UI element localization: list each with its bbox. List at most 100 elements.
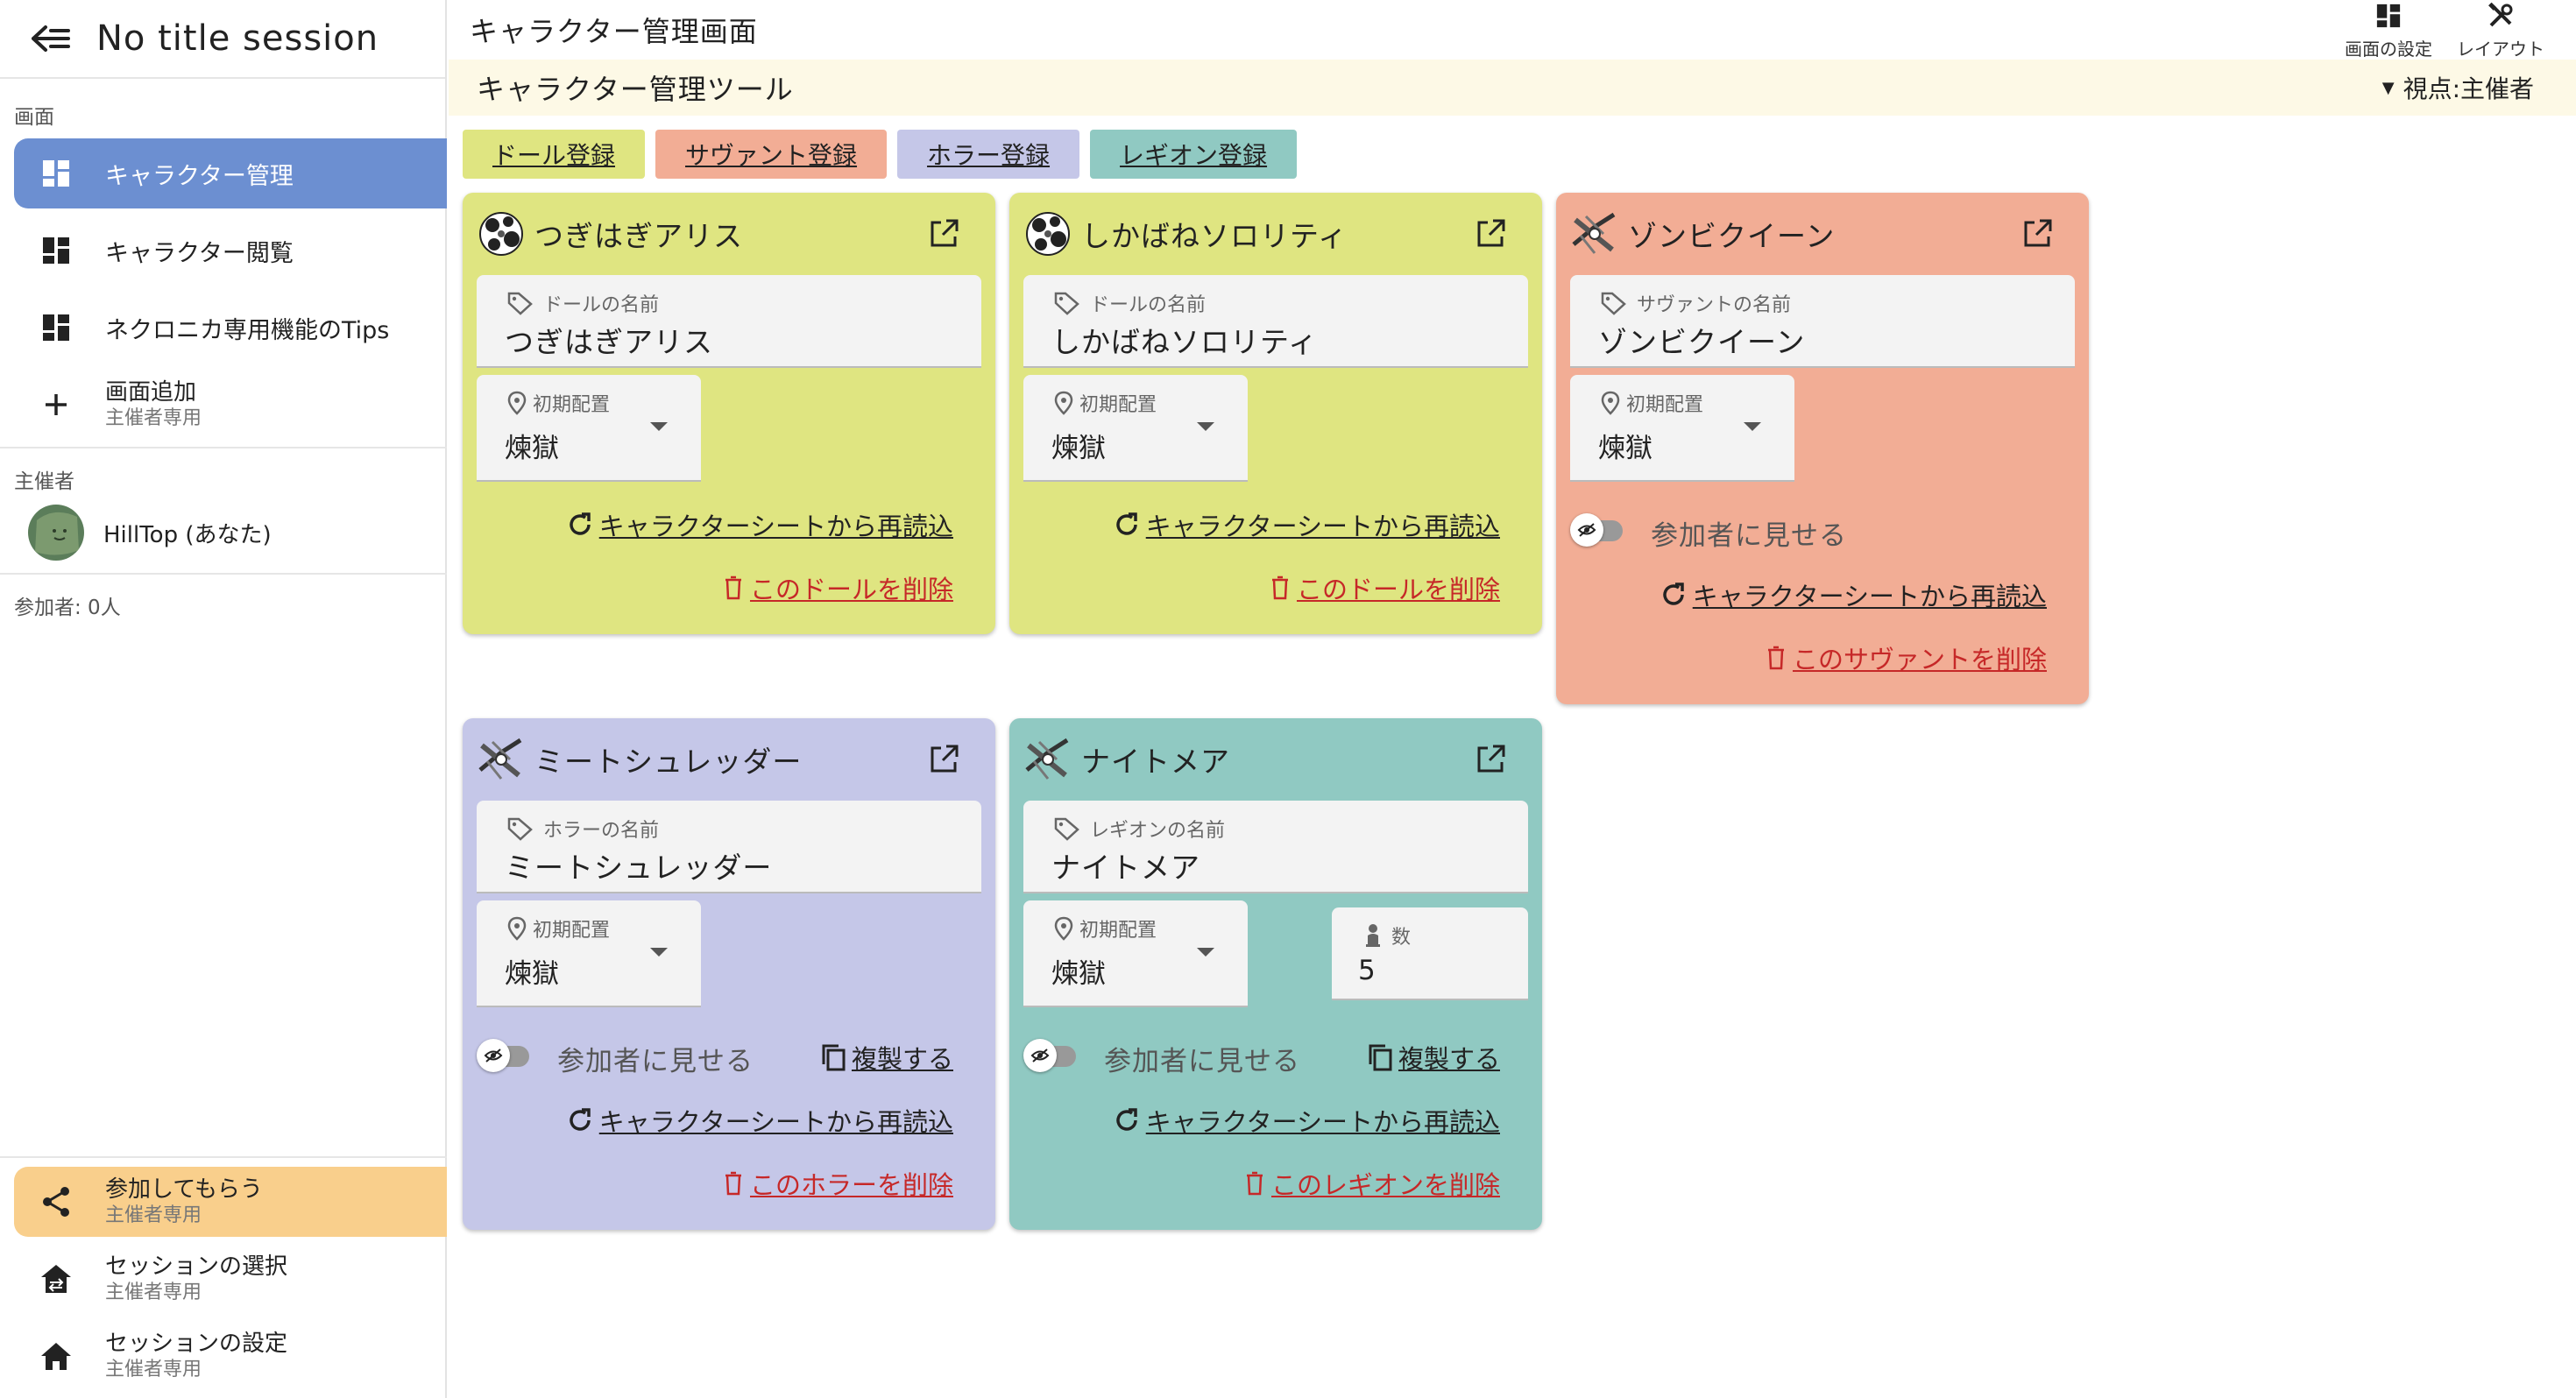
open-external-icon[interactable] bbox=[2020, 217, 2054, 251]
session-settings-label: セッションの設定 bbox=[105, 1331, 288, 1357]
layout-label: レイアウト bbox=[2457, 38, 2544, 60]
open-external-icon[interactable] bbox=[1474, 743, 1507, 776]
open-external-icon[interactable] bbox=[1474, 217, 1507, 251]
name-field-value: ミートシュレッダー bbox=[505, 851, 773, 885]
delete-character-link[interactable]: このレギオンを削除 bbox=[1245, 1165, 1500, 1202]
trash-icon bbox=[725, 575, 741, 600]
sidebar-item-select-session[interactable]: セッションの選択 主催者専用 bbox=[14, 1244, 447, 1314]
delete-character-link[interactable]: このサヴァントを削除 bbox=[1766, 639, 2047, 676]
placement-label: 初期配置 bbox=[1053, 389, 1157, 417]
reload-from-sheet-link[interactable]: キャラクターシートから再読込 bbox=[1113, 1102, 1500, 1139]
register-savant-button[interactable]: サヴァント登録 bbox=[655, 130, 888, 179]
placement-select[interactable]: 初期配置 煉獄 bbox=[1570, 375, 1794, 482]
viewpoint-selector[interactable]: ▼ 視点:主催者 bbox=[2382, 70, 2534, 105]
delete-label: このサヴァントを削除 bbox=[1792, 645, 2047, 674]
sidebar-item-invite[interactable]: 参加してもらう 主催者専用 bbox=[14, 1167, 447, 1237]
enemy-avatar-icon bbox=[1568, 208, 1621, 260]
register-legion-button[interactable]: レギオン登録 bbox=[1090, 130, 1298, 179]
placement-select[interactable]: 初期配置 煉獄 bbox=[477, 375, 701, 482]
reload-label: キャラクターシートから再読込 bbox=[1145, 1107, 1500, 1137]
placement-select[interactable]: 初期配置 煉獄 bbox=[477, 900, 701, 1007]
count-label: 数 bbox=[1365, 921, 1411, 950]
eye-off-icon bbox=[1023, 1039, 1057, 1072]
horror-name-field[interactable]: ホラーの名前 ミートシュレッダー bbox=[477, 801, 981, 893]
tool-title: キャラクター管理ツール bbox=[477, 73, 794, 106]
layout-button[interactable]: レイアウト bbox=[2445, 0, 2557, 60]
placement-label: 初期配置 bbox=[1600, 389, 1703, 417]
count-label-text: 数 bbox=[1391, 927, 1412, 949]
name-field-value: つぎはぎアリス bbox=[505, 325, 713, 359]
screen-settings-button[interactable]: 画面の設定 bbox=[2332, 0, 2445, 60]
eye-off-icon bbox=[477, 1039, 510, 1072]
sidebar-bottom: 参加してもらう 主催者専用 セッションの選択 主催者専用 セッションの設定 主催… bbox=[0, 1156, 447, 1398]
delete-character-link[interactable]: このホラーを削除 bbox=[724, 1165, 953, 1202]
character-card-legion: ナイトメア レギオンの名前 ナイトメア 初期配置 煉獄 数 5 参加者に見せる … bbox=[1009, 718, 1542, 1230]
duplicate-link[interactable]: 複製する bbox=[1367, 1039, 1500, 1076]
count-value: 5 bbox=[1358, 955, 1376, 986]
reload-from-sheet-link[interactable]: キャラクターシートから再読込 bbox=[566, 506, 953, 543]
name-field-label-text: ドールの名前 bbox=[543, 294, 660, 316]
open-external-icon[interactable] bbox=[927, 217, 960, 251]
savant-name-field[interactable]: サヴァントの名前 ゾンビクイーン bbox=[1570, 275, 2075, 368]
invite-sub: 主催者専用 bbox=[105, 1204, 202, 1226]
register-doll-button[interactable]: ドール登録 bbox=[463, 130, 646, 179]
delete-character-link[interactable]: このドールを削除 bbox=[724, 569, 953, 606]
legion-name-field[interactable]: レギオンの名前 ナイトメア bbox=[1023, 801, 1528, 893]
sidebar-item-character-view[interactable]: キャラクター閲覧 bbox=[14, 215, 447, 286]
visibility-toggle[interactable] bbox=[1023, 1039, 1076, 1072]
dropdown-arrow-icon bbox=[650, 948, 668, 957]
name-field-label-text: ホラーの名前 bbox=[543, 820, 660, 842]
register-button-row: ドール登録 サヴァント登録 ホラー登録 レギオン登録 bbox=[463, 130, 1307, 179]
visibility-label: 参加者に見せる bbox=[1104, 1046, 1300, 1077]
doll-avatar-icon bbox=[475, 208, 527, 260]
back-arrow-icon[interactable] bbox=[25, 12, 77, 65]
character-card-savant: ゾンビクイーン サヴァントの名前 ゾンビクイーン 初期配置 煉獄 参加者に見せる… bbox=[1556, 193, 2089, 704]
top-bar: キャラクター管理画面 画面の設定 レイアウト bbox=[449, 0, 2576, 60]
share-icon bbox=[39, 1184, 74, 1219]
copy-icon bbox=[822, 1044, 846, 1071]
organizer-user: HillTop (あなた) bbox=[0, 492, 445, 573]
placement-label-text: 初期配置 bbox=[1626, 394, 1704, 416]
person-icon bbox=[1366, 924, 1380, 947]
refresh-icon bbox=[570, 512, 591, 535]
duplicate-link[interactable]: 複製する bbox=[820, 1039, 953, 1076]
count-field[interactable]: 数 5 bbox=[1332, 907, 1528, 1000]
plus-icon bbox=[39, 387, 74, 422]
card-name: ミートシュレッダー bbox=[534, 745, 803, 779]
enemy-avatar-icon bbox=[475, 733, 527, 786]
open-external-icon[interactable] bbox=[927, 743, 960, 776]
name-field-label: ドールの名前 bbox=[1053, 289, 1206, 317]
reload-from-sheet-link[interactable]: キャラクターシートから再読込 bbox=[1113, 506, 1500, 543]
sidebar-item-character-management[interactable]: キャラクター管理 bbox=[14, 138, 447, 208]
visibility-toggle[interactable] bbox=[1570, 513, 1623, 547]
reload-label: キャラクターシートから再読込 bbox=[1692, 582, 2047, 611]
sidebar-item-label: ネクロニカ専用機能のTips bbox=[105, 316, 390, 344]
name-field-value: しかばねソロリティ bbox=[1051, 325, 1319, 359]
top-actions: 画面の設定 レイアウト bbox=[2332, 0, 2557, 60]
doll-name-field[interactable]: ドールの名前 しかばねソロリティ bbox=[1023, 275, 1528, 368]
home-icon bbox=[39, 1338, 74, 1373]
doll-name-field[interactable]: ドールの名前 つぎはぎアリス bbox=[477, 275, 981, 368]
sidebar-item-session-settings[interactable]: セッションの設定 主催者専用 bbox=[14, 1321, 447, 1391]
dropdown-arrow-icon bbox=[650, 422, 668, 431]
placement-select[interactable]: 初期配置 煉獄 bbox=[1023, 900, 1248, 1007]
reload-from-sheet-link[interactable]: キャラクターシートから再読込 bbox=[1660, 576, 2047, 613]
visibility-toggle[interactable] bbox=[477, 1039, 529, 1072]
sidebar-item-add-screen[interactable]: 画面追加 主催者専用 bbox=[14, 370, 447, 440]
name-field-label-text: サヴァントの名前 bbox=[1637, 294, 1792, 316]
trash-icon bbox=[725, 1171, 741, 1196]
character-card-doll: つぎはぎアリス ドールの名前 つぎはぎアリス 初期配置 煉獄 キャラクターシート… bbox=[463, 193, 995, 634]
placement-select[interactable]: 初期配置 煉獄 bbox=[1023, 375, 1248, 482]
dashboard-icon bbox=[39, 233, 74, 268]
card-name: ゾンビクイーン bbox=[1628, 219, 1836, 253]
tag-icon bbox=[1054, 817, 1079, 841]
trash-icon bbox=[1767, 646, 1784, 670]
delete-character-link[interactable]: このドールを削除 bbox=[1270, 569, 1500, 606]
reload-from-sheet-link[interactable]: キャラクターシートから再読込 bbox=[566, 1102, 953, 1139]
delete-label: このドールを削除 bbox=[1296, 575, 1500, 604]
name-field-label: ホラーの名前 bbox=[506, 815, 659, 843]
refresh-icon bbox=[1116, 512, 1137, 535]
location-pin-icon bbox=[507, 916, 527, 941]
register-horror-button[interactable]: ホラー登録 bbox=[897, 130, 1080, 179]
sidebar-item-nechronica-tips[interactable]: ネクロニカ専用機能のTips bbox=[14, 293, 447, 363]
